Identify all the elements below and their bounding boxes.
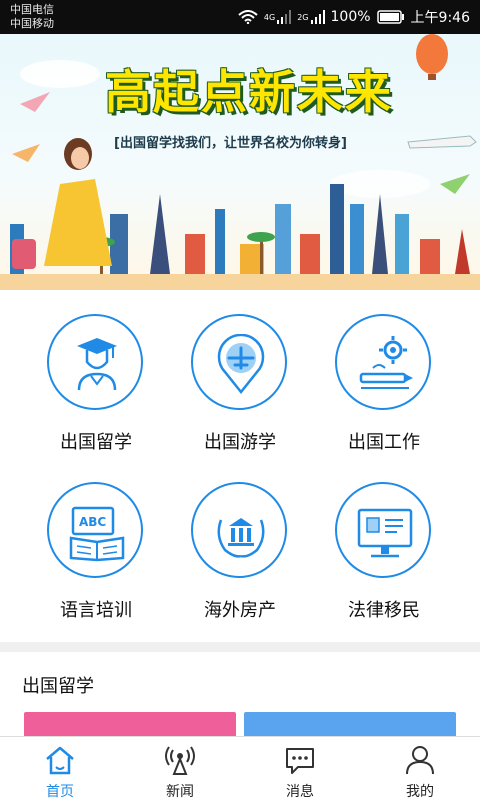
tab-news[interactable]: 新闻: [120, 737, 240, 801]
service-icon-circle: [335, 314, 431, 410]
bottom-tab-bar: 首页 新闻 消息 我的: [0, 736, 480, 800]
banner-subtitle: [出国留学找我们，让世界名校为你转身]: [114, 136, 347, 151]
tab-home[interactable]: 首页: [0, 737, 120, 801]
service-language-training[interactable]: ABC 语言培训: [16, 458, 176, 628]
service-grid: 出国留学 出国游学 出国工作 ABC 语言培训 海外房产 法律移民: [0, 290, 480, 642]
tab-messages[interactable]: 消息: [240, 737, 360, 801]
battery-percent: 100%: [330, 9, 371, 25]
service-label: 出国游学: [204, 432, 276, 453]
carrier-info: 中国电信 中国移动: [10, 3, 54, 31]
service-label: 法律移民: [348, 600, 420, 621]
network-2-label: 2G: [297, 12, 309, 22]
service-icon-circle: [47, 314, 143, 410]
id-computer-icon: [357, 508, 413, 558]
home-icon: [46, 746, 74, 775]
abc-book-icon: ABC: [69, 506, 125, 562]
clock: 上午9:46: [410, 10, 470, 26]
service-study-abroad[interactable]: 出国留学: [16, 290, 176, 460]
carrier-1: 中国电信: [10, 3, 54, 16]
battery-icon: [376, 10, 404, 24]
graduate-icon: [77, 338, 117, 391]
tab-label: 首页: [46, 784, 74, 800]
tab-label: 新闻: [166, 784, 194, 800]
service-label: 语言培训: [60, 600, 132, 621]
tab-label: 消息: [286, 784, 314, 800]
status-bar: 中国电信 中国移动 4G 2G 100% 上午9:46: [0, 0, 480, 34]
signal-1-icon: [277, 10, 292, 24]
service-icon-circle: [191, 314, 287, 410]
service-study-tour[interactable]: 出国游学: [160, 290, 320, 460]
svg-text:ABC: ABC: [79, 515, 106, 529]
service-label: 出国留学: [60, 432, 132, 453]
tab-profile[interactable]: 我的: [360, 737, 480, 801]
service-work-abroad[interactable]: 出国工作: [304, 290, 464, 460]
service-legal-immigration[interactable]: 法律移民: [304, 458, 464, 628]
promo-banner[interactable]: 高起点新未来 [出国留学找我们，让世界名校为你转身]: [0, 34, 480, 290]
section-title: 出国留学: [22, 676, 94, 697]
antenna-icon: [165, 746, 195, 775]
signal-2-icon: [310, 10, 325, 24]
network-1-label: 4G: [263, 12, 276, 22]
chat-icon: [286, 748, 314, 774]
service-icon-circle: [335, 482, 431, 578]
service-icon-circle: ABC: [47, 482, 143, 578]
building-laurel-icon: [217, 518, 265, 558]
service-overseas-property[interactable]: 海外房产: [160, 458, 320, 628]
status-indicators: 4G 2G 100% 上午9:46: [238, 7, 470, 27]
wifi-icon: [238, 10, 258, 24]
service-icon-circle: [191, 482, 287, 578]
tab-label: 我的: [406, 784, 434, 800]
carrier-2: 中国移动: [10, 17, 54, 30]
service-label: 出国工作: [348, 432, 420, 453]
gear-work-icon: [359, 336, 413, 389]
person-icon: [406, 746, 434, 775]
service-label: 海外房产: [204, 600, 276, 621]
banner-title: 高起点新未来: [105, 65, 393, 119]
airplane-pin-icon: [217, 334, 265, 394]
section-divider: [0, 642, 480, 652]
